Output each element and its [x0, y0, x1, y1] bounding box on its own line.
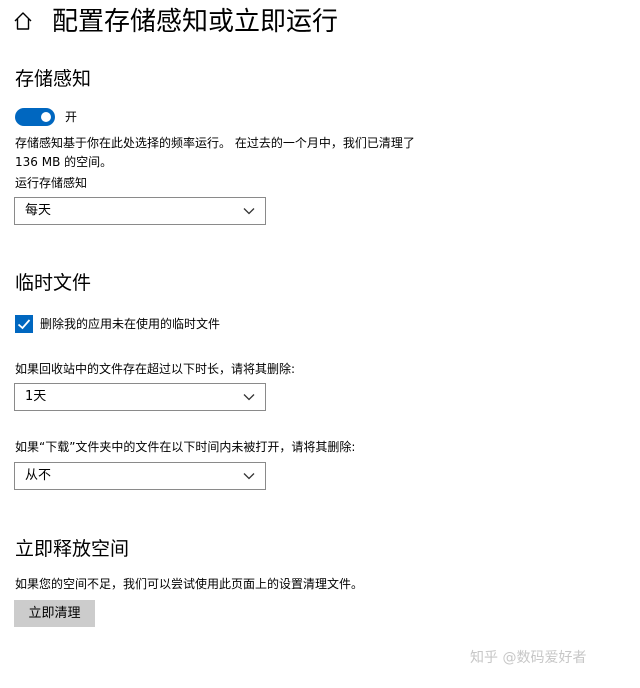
dropdown-value: 从不 [25, 468, 52, 483]
run-storage-sense-label: 运行存储感知 [15, 176, 88, 190]
storage-sense-description: 存储感知基于你在此处选择的频率运行。 在过去的一个月中，我们已清理了 136 M… [15, 136, 415, 169]
checkmark-icon [17, 319, 31, 330]
delete-temp-files-label: 删除我的应用未在使用的临时文件 [40, 317, 221, 331]
section-title-temp-files: 临时文件 [15, 272, 92, 294]
chevron-down-icon [243, 394, 255, 401]
downloads-duration-dropdown[interactable]: 从不 [14, 462, 266, 490]
recycle-bin-label: 如果回收站中的文件存在超过以下时长，请将其删除: [15, 362, 296, 376]
page-title: 配置存储感知或立即运行 [52, 7, 339, 37]
downloads-label: 如果“下载”文件夹中的文件在以下时间内未被打开，请将其删除: [15, 440, 356, 454]
home-icon[interactable] [12, 10, 34, 32]
toggle-label: 开 [65, 110, 78, 124]
chevron-down-icon [243, 208, 255, 215]
clean-now-button[interactable]: 立即清理 [14, 600, 95, 627]
free-space-description: 如果您的空间不足，我们可以尝试使用此页面上的设置清理文件。 [15, 577, 364, 591]
dropdown-value: 每天 [25, 203, 52, 218]
recycle-bin-duration-dropdown[interactable]: 1天 [14, 383, 266, 411]
delete-temp-files-checkbox[interactable] [15, 315, 33, 333]
section-title-free-space: 立即释放空间 [15, 538, 130, 560]
run-frequency-dropdown[interactable]: 每天 [14, 197, 266, 225]
dropdown-value: 1天 [25, 389, 47, 404]
toggle-knob [41, 112, 51, 122]
storage-sense-toggle[interactable] [15, 108, 55, 126]
watermark: 知乎 @数码爱好者 [470, 650, 587, 666]
chevron-down-icon [243, 473, 255, 480]
section-title-storage-sense: 存储感知 [15, 68, 92, 90]
